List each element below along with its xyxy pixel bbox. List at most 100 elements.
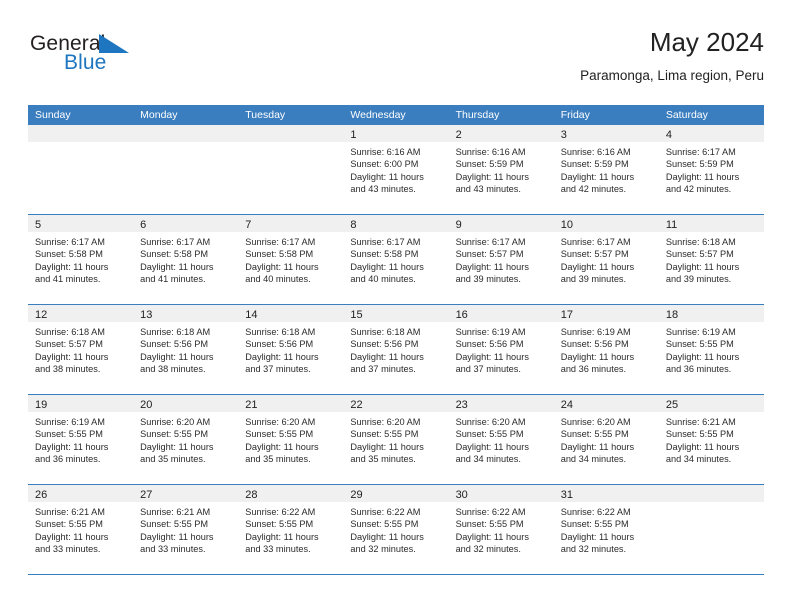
day-cell[interactable]: 17 Sunrise: 6:19 AM Sunset: 5:56 PM Dayligh… — [553, 305, 659, 394]
day-number: 30 — [455, 489, 468, 501]
day-details: Sunrise: 6:22 AM Sunset: 5:55 PM Daylight:… — [449, 502, 554, 556]
week-row: 19 Sunrise: 6:19 AM Sunset: 5:55 PM Dayligh… — [28, 395, 764, 485]
daylight-text-line1: Daylight: 11 hours — [140, 261, 214, 272]
day-cell[interactable]: 25 Sunrise: 6:21 AM Sunset: 5:55 PM Dayligh… — [658, 395, 764, 484]
day-number: 11 — [665, 219, 678, 231]
sunrise-text: Sunrise: 6:21 AM — [140, 507, 211, 517]
day-number-band: 2 — [448, 125, 554, 142]
day-cell[interactable]: 26 Sunrise: 6:21 AM Sunset: 5:55 PM Dayligh… — [28, 485, 134, 574]
day-number-band: 4 — [658, 125, 764, 142]
day-cell[interactable]: 6 Sunrise: 6:17 AM Sunset: 5:58 PM Daylight… — [133, 215, 239, 304]
daylight-text-line2: and 35 minutes. — [140, 454, 206, 465]
day-cell[interactable]: 20 Sunrise: 6:20 AM Sunset: 5:55 PM Dayligh… — [133, 395, 239, 484]
day-cell[interactable]: 28 Sunrise: 6:22 AM Sunset: 5:55 PM Dayligh… — [238, 485, 344, 574]
day-cell[interactable]: 11 Sunrise: 6:18 AM Sunset: 5:57 PM Dayligh… — [658, 215, 764, 304]
day-number-band: 18 — [658, 305, 764, 322]
daylight-text-line1: Daylight: 11 hours — [665, 441, 740, 452]
day-number-band: 24 — [553, 395, 659, 412]
day-cell[interactable]: 1 Sunrise: 6:16 AM Sunset: 6:00 PM Daylight… — [343, 125, 449, 214]
day-cell[interactable]: 31 Sunrise: 6:22 AM Sunset: 5:55 PM Dayligh… — [553, 485, 659, 574]
day-cell[interactable]: 22 Sunrise: 6:20 AM Sunset: 5:55 PM Dayligh… — [343, 395, 449, 484]
day-cell[interactable]: 7 Sunrise: 6:17 AM Sunset: 5:58 PM Daylight… — [238, 215, 344, 304]
daylight-text-line1: Daylight: 11 hours — [350, 261, 424, 272]
day-details: Sunrise: 6:16 AM Sunset: 6:00 PM Daylight:… — [343, 142, 448, 196]
day-cell[interactable]: 9 Sunrise: 6:17 AM Sunset: 5:57 PM Daylight… — [448, 215, 554, 304]
day-cell[interactable]: 4 Sunrise: 6:17 AM Sunset: 5:59 PM Daylight… — [658, 125, 764, 214]
sunrise-text: Sunrise: 6:20 AM — [455, 417, 526, 427]
daylight-text-line1: Daylight: 11 hours — [350, 171, 424, 182]
day-number-band: 13 — [133, 305, 239, 322]
day-details: Sunrise: 6:18 AM Sunset: 5:56 PM Daylight:… — [343, 322, 448, 376]
weekday-header-friday: Friday — [560, 109, 590, 121]
day-number: 23 — [455, 399, 468, 411]
day-details: Sunrise: 6:18 AM Sunset: 5:56 PM Daylight:… — [238, 322, 343, 376]
day-cell[interactable]: 18 Sunrise: 6:19 AM Sunset: 5:55 PM Dayligh… — [658, 305, 764, 394]
day-cell-empty — [658, 485, 764, 574]
day-cell[interactable]: 24 Sunrise: 6:20 AM Sunset: 5:55 PM Dayligh… — [553, 395, 659, 484]
sunset-text: Sunset: 5:55 PM — [140, 429, 209, 440]
day-details: Sunrise: 6:18 AM Sunset: 5:57 PM Daylight:… — [659, 232, 764, 286]
week-row: 26 Sunrise: 6:21 AM Sunset: 5:55 PM Dayligh… — [28, 485, 764, 575]
day-number-band: 28 — [238, 485, 344, 502]
day-number-band: 15 — [343, 305, 449, 322]
day-details: Sunrise: 6:16 AM Sunset: 5:59 PM Daylight:… — [449, 142, 554, 196]
day-cell[interactable]: 21 Sunrise: 6:20 AM Sunset: 5:55 PM Dayligh… — [238, 395, 344, 484]
day-details: Sunrise: 6:17 AM Sunset: 5:58 PM Daylight:… — [238, 232, 343, 286]
daylight-text-line2: and 36 minutes. — [35, 454, 101, 465]
brand-name-blue: Blue — [64, 51, 107, 74]
daylight-text-line1: Daylight: 11 hours — [665, 261, 740, 272]
day-number-band: 22 — [343, 395, 449, 412]
day-number: 24 — [560, 399, 573, 411]
day-cell[interactable]: 13 Sunrise: 6:18 AM Sunset: 5:56 PM Dayligh… — [133, 305, 239, 394]
daylight-text-line2: and 34 minutes. — [665, 454, 732, 465]
daylight-text-line1: Daylight: 11 hours — [455, 351, 529, 362]
day-cell[interactable]: 14 Sunrise: 6:18 AM Sunset: 5:56 PM Dayligh… — [238, 305, 344, 394]
day-cell[interactable]: 12 Sunrise: 6:18 AM Sunset: 5:57 PM Dayligh… — [28, 305, 134, 394]
daylight-text-line1: Daylight: 11 hours — [560, 351, 635, 362]
day-cell[interactable]: 2 Sunrise: 6:16 AM Sunset: 5:59 PM Daylight… — [448, 125, 554, 214]
day-cell[interactable]: 27 Sunrise: 6:21 AM Sunset: 5:55 PM Dayligh… — [133, 485, 239, 574]
day-details: Sunrise: 6:22 AM Sunset: 5:55 PM Daylight:… — [343, 502, 448, 556]
day-details: Sunrise: 6:17 AM Sunset: 5:58 PM Daylight:… — [343, 232, 448, 286]
day-cell[interactable]: 19 Sunrise: 6:19 AM Sunset: 5:55 PM Dayligh… — [28, 395, 134, 484]
day-number-band — [133, 125, 239, 142]
day-cell[interactable]: 15 Sunrise: 6:18 AM Sunset: 5:56 PM Dayligh… — [343, 305, 449, 394]
sunset-text: Sunset: 5:56 PM — [140, 339, 209, 350]
day-cell[interactable]: 8 Sunrise: 6:17 AM Sunset: 5:58 PM Daylight… — [343, 215, 449, 304]
day-cell[interactable]: 29 Sunrise: 6:22 AM Sunset: 5:55 PM Dayligh… — [343, 485, 449, 574]
day-details: Sunrise: 6:16 AM Sunset: 5:59 PM Daylight:… — [554, 142, 659, 196]
day-cell[interactable]: 10 Sunrise: 6:17 AM Sunset: 5:57 PM Dayligh… — [553, 215, 659, 304]
brand-logo[interactable]: General Blue — [28, 32, 268, 90]
daylight-text-line1: Daylight: 11 hours — [35, 531, 109, 542]
daylight-text-line1: Daylight: 11 hours — [455, 441, 529, 452]
day-cell[interactable]: 23 Sunrise: 6:20 AM Sunset: 5:55 PM Dayligh… — [448, 395, 554, 484]
day-number: 19 — [35, 399, 48, 411]
day-cell-empty — [133, 125, 239, 214]
week-row: 1 Sunrise: 6:16 AM Sunset: 6:00 PM Daylight… — [28, 125, 764, 215]
daylight-text-line2: and 43 minutes. — [455, 184, 521, 195]
sunset-text: Sunset: 5:56 PM — [560, 339, 629, 350]
day-number: 29 — [350, 489, 363, 501]
sunrise-text: Sunrise: 6:18 AM — [140, 327, 211, 337]
page-title: May 2024 — [649, 27, 764, 57]
sunset-text: Sunset: 5:55 PM — [665, 429, 734, 440]
day-details: Sunrise: 6:19 AM Sunset: 5:55 PM Daylight:… — [28, 412, 133, 466]
weekday-header-wednesday: Wednesday — [350, 109, 406, 121]
day-cell[interactable]: 16 Sunrise: 6:19 AM Sunset: 5:56 PM Dayligh… — [448, 305, 554, 394]
day-cell[interactable]: 30 Sunrise: 6:22 AM Sunset: 5:55 PM Dayligh… — [448, 485, 554, 574]
day-number: 4 — [665, 129, 672, 141]
daylight-text-line2: and 40 minutes. — [350, 274, 416, 285]
sunset-text: Sunset: 5:55 PM — [140, 519, 209, 530]
sunset-text: Sunset: 5:59 PM — [560, 159, 629, 170]
day-number-band: 10 — [553, 215, 659, 232]
daylight-text-line1: Daylight: 11 hours — [35, 351, 109, 362]
day-details: Sunrise: 6:21 AM Sunset: 5:55 PM Daylight:… — [659, 412, 764, 466]
daylight-text-line1: Daylight: 11 hours — [560, 171, 635, 182]
sunrise-text: Sunrise: 6:16 AM — [560, 147, 631, 157]
day-cell[interactable]: 3 Sunrise: 6:16 AM Sunset: 5:59 PM Daylight… — [553, 125, 659, 214]
sunrise-text: Sunrise: 6:22 AM — [245, 507, 316, 517]
sunrise-text: Sunrise: 6:17 AM — [350, 237, 421, 247]
day-cell[interactable]: 5 Sunrise: 6:17 AM Sunset: 5:58 PM Daylight… — [28, 215, 134, 304]
week-row: 5 Sunrise: 6:17 AM Sunset: 5:58 PM Daylight… — [28, 215, 764, 305]
daylight-text-line2: and 38 minutes. — [140, 364, 206, 375]
